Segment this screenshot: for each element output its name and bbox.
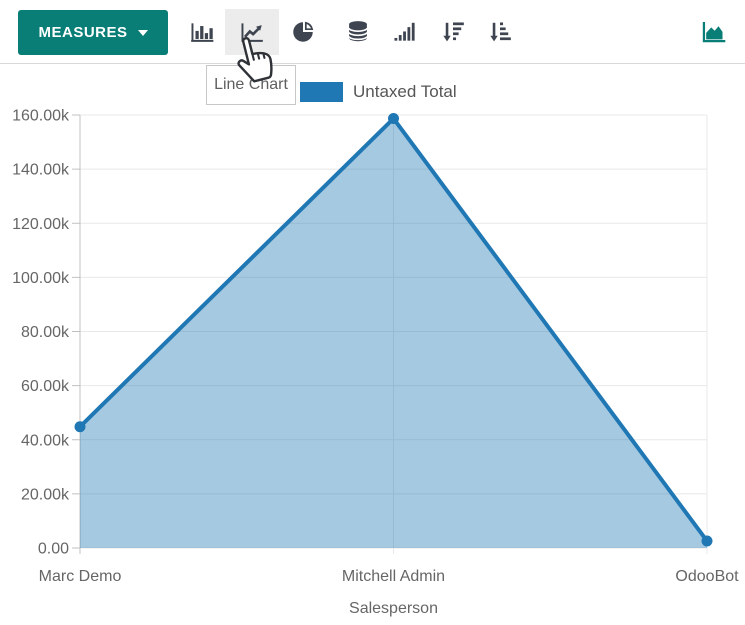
graph-view: 0.00 20.00k 40.00k 60.00k 80.00k 100.00k 120.0… <box>0 0 745 625</box>
sort-amount-desc-icon <box>440 19 466 45</box>
measures-label: MEASURES <box>38 24 127 41</box>
svg-text:80.00k: 80.00k <box>21 324 70 341</box>
svg-text:Salesperson: Salesperson <box>349 600 438 617</box>
signal-bars-icon <box>391 19 417 45</box>
svg-text:20.00k: 20.00k <box>21 486 70 503</box>
svg-text:100.00k: 100.00k <box>12 270 70 287</box>
legend[interactable]: Untaxed Total <box>300 82 457 102</box>
bar-chart-button[interactable] <box>180 9 224 55</box>
svg-text:0.00: 0.00 <box>38 541 69 558</box>
legend-label: Untaxed Total <box>353 82 457 102</box>
svg-text:OdooBot: OdooBot <box>675 568 739 585</box>
measures-button[interactable]: MEASURES <box>18 10 168 55</box>
sort-descending-button[interactable] <box>431 9 475 55</box>
svg-text:Mitchell Admin: Mitchell Admin <box>342 568 445 585</box>
svg-text:Marc Demo: Marc Demo <box>39 568 122 585</box>
graph-toolbar: MEASURES <box>0 0 745 64</box>
database-icon <box>345 19 371 45</box>
bar-chart-icon <box>189 19 215 45</box>
sort-amount-asc-icon <box>487 19 513 45</box>
pie-chart-icon <box>290 19 316 45</box>
svg-text:40.00k: 40.00k <box>21 432 70 449</box>
svg-text:140.00k: 140.00k <box>12 162 70 179</box>
svg-text:120.00k: 120.00k <box>12 216 70 233</box>
area-chart-view-button[interactable] <box>693 11 733 51</box>
cumulative-button[interactable] <box>382 9 426 55</box>
sort-ascending-button[interactable] <box>478 9 522 55</box>
area-chart-icon <box>700 18 727 45</box>
stacked-database-button[interactable] <box>336 9 380 55</box>
svg-text:160.00k: 160.00k <box>12 108 70 125</box>
pie-chart-button[interactable] <box>281 9 325 55</box>
svg-text:60.00k: 60.00k <box>21 378 70 395</box>
legend-swatch <box>300 82 343 102</box>
caret-down-icon <box>138 30 148 36</box>
